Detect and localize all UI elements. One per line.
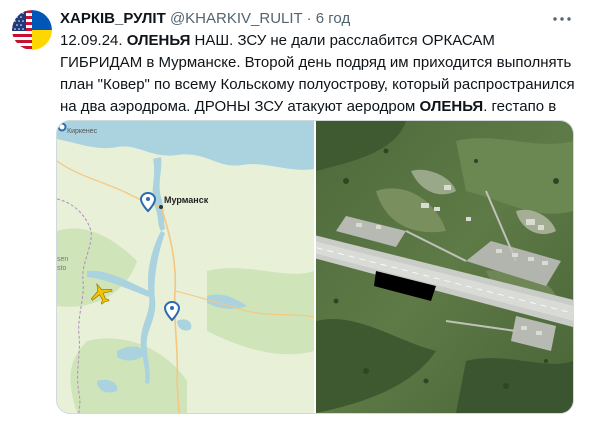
more-dots-icon xyxy=(553,17,571,21)
author-handle[interactable]: @KHARKIV_RULIT xyxy=(170,10,303,27)
map-label-kirkenes: Киркенес xyxy=(67,128,98,135)
map-label-partial-2: sto xyxy=(57,265,66,272)
murmansk-city-dot xyxy=(159,205,163,209)
author-avatar[interactable] xyxy=(12,10,52,50)
header-separator: · xyxy=(306,10,312,27)
author-name[interactable]: ХАРКІВ_РУЛІТ xyxy=(60,10,166,27)
tweet-time[interactable]: 6 год xyxy=(316,10,350,27)
tweet-header: ХАРКІВ_РУЛІТ @KHARKIV_RULIT · 6 год xyxy=(60,9,550,29)
tweet-text-segment: 12.09.24. xyxy=(60,32,127,49)
map-label-murmansk: Мурманск xyxy=(164,195,209,205)
tweet-text-bold: ОЛЕНЬЯ xyxy=(419,98,484,115)
tweet-media[interactable]: Киркенес Мурманск sen sto xyxy=(56,120,574,414)
tweet-text-bold: ОЛЕНЬЯ xyxy=(126,32,191,49)
map-label-partial-1: sen xyxy=(57,256,68,263)
more-options-button[interactable] xyxy=(552,10,572,28)
usa-ukraine-flag-icon xyxy=(12,10,52,50)
kirkenes-pin-icon[interactable] xyxy=(57,122,67,132)
satellite-image[interactable] xyxy=(316,121,573,413)
tweet[interactable]: ХАРКІВ_РУЛІТ @KHARKIV_RULIT · 6 год 12.0… xyxy=(0,0,590,425)
map-image[interactable]: Киркенес Мурманск sen sto xyxy=(57,121,314,413)
